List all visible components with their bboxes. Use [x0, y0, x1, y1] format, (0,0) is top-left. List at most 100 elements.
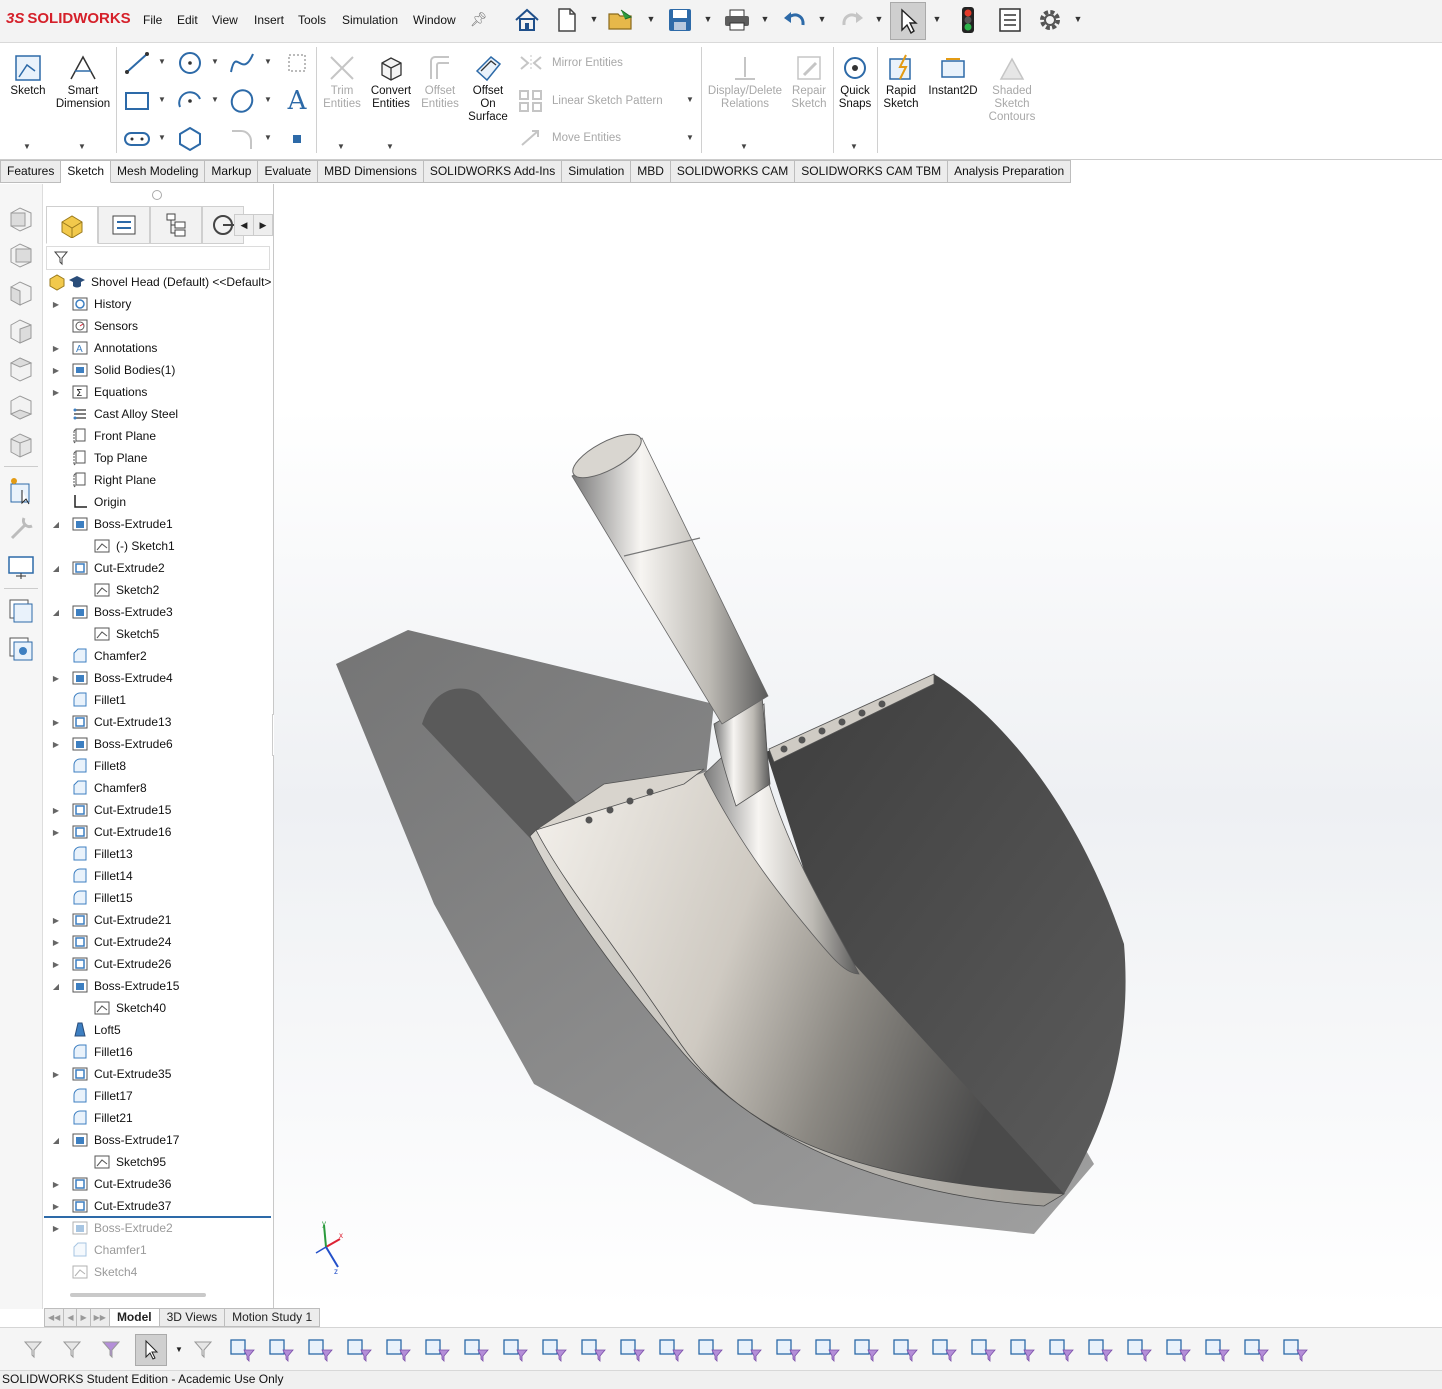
- tree-item[interactable]: Fillet14: [44, 865, 273, 887]
- smart-select-icon[interactable]: [188, 1334, 218, 1364]
- convert-dropdown-icon[interactable]: ▼: [386, 142, 394, 151]
- new-document-icon[interactable]: [550, 4, 584, 36]
- undo-dropdown-icon[interactable]: ▼: [817, 14, 827, 24]
- filter-vertices-icon[interactable]: [227, 1334, 257, 1364]
- filter-connection-point-icon[interactable]: [1163, 1334, 1193, 1364]
- select-pointer-icon[interactable]: [890, 2, 926, 40]
- arc-dropdown-icon[interactable]: ▼: [211, 95, 219, 104]
- expand-arrow-icon[interactable]: ▶: [51, 1202, 61, 1211]
- tree-item[interactable]: (-) Sketch1: [44, 535, 273, 557]
- file-properties-icon[interactable]: [993, 4, 1027, 36]
- tab-mbd-dimensions[interactable]: MBD Dimensions: [318, 160, 424, 183]
- display-delete-relations-button[interactable]: Display/Delete Relations: [704, 49, 786, 111]
- tab-mesh-modeling[interactable]: Mesh Modeling: [111, 160, 206, 183]
- tab-markup[interactable]: Markup: [205, 160, 259, 183]
- expand-arrow-icon[interactable]: ▶: [51, 344, 61, 353]
- tree-item[interactable]: ▶ Cut-Extrude37: [44, 1195, 273, 1217]
- graphics-area[interactable]: x y z: [274, 184, 1442, 1309]
- tree-filter-field[interactable]: [46, 246, 270, 270]
- view-palette-icon[interactable]: [6, 596, 36, 626]
- redo-dropdown-icon[interactable]: ▼: [874, 14, 884, 24]
- smart-dimension-dropdown-icon[interactable]: ▼: [78, 142, 86, 151]
- line-dropdown-icon[interactable]: ▼: [158, 57, 166, 66]
- filter-balloon-icon[interactable]: [851, 1334, 881, 1364]
- filter-planes-icon[interactable]: [422, 1334, 452, 1364]
- undo-icon[interactable]: [778, 4, 812, 36]
- tree-item[interactable]: Cast Alloy Steel: [44, 403, 273, 425]
- left-view-icon[interactable]: [6, 278, 36, 308]
- open-folder-icon[interactable]: [605, 4, 639, 36]
- tree-item[interactable]: Fillet15: [44, 887, 273, 909]
- quick-snaps-button[interactable]: Quick Snaps: [834, 49, 876, 111]
- expand-arrow-icon[interactable]: ▶: [51, 388, 61, 397]
- shaded-sketch-contours-button[interactable]: Shaded Sketch Contours: [984, 49, 1040, 124]
- redo-icon[interactable]: [835, 4, 869, 36]
- tab-nav-last-icon[interactable]: ▶▶: [90, 1308, 110, 1327]
- sketch-button[interactable]: Sketch: [4, 49, 52, 98]
- tab-nav-next-icon[interactable]: ▶: [77, 1308, 91, 1327]
- options-dropdown-icon[interactable]: ▼: [1073, 14, 1083, 24]
- convert-entities-button[interactable]: Convert Entities: [366, 49, 416, 111]
- move-dropdown-icon[interactable]: ▼: [686, 133, 694, 142]
- expand-arrow-icon[interactable]: ▶: [51, 960, 61, 969]
- tree-item[interactable]: Sketch2: [44, 579, 273, 601]
- filter-weld-bead-icon[interactable]: [929, 1334, 959, 1364]
- save-icon[interactable]: [663, 4, 697, 36]
- filter-mid-point-icon[interactable]: [1241, 1334, 1271, 1364]
- tab-3d-views[interactable]: 3D Views: [159, 1308, 226, 1327]
- filter-center-mark-icon[interactable]: [617, 1334, 647, 1364]
- home-icon[interactable]: [510, 4, 544, 36]
- expand-arrow-icon[interactable]: ▶: [51, 1070, 61, 1079]
- tree-item[interactable]: ▶ Cut-Extrude26: [44, 953, 273, 975]
- tree-item[interactable]: ▶ Boss-Extrude2: [44, 1217, 273, 1239]
- solidworks-logo[interactable]: 3S SOLIDWORKS: [6, 10, 131, 27]
- tree-item[interactable]: Origin: [44, 491, 273, 513]
- tree-item[interactable]: ▶ Cut-Extrude15: [44, 799, 273, 821]
- filter-toggle-icon[interactable]: [18, 1334, 48, 1364]
- tab-solidworks-add-ins[interactable]: SOLIDWORKS Add-Ins: [423, 160, 563, 183]
- bottom-view-icon[interactable]: [6, 392, 36, 422]
- tree-item[interactable]: ▶ Σ Equations: [44, 381, 273, 403]
- tree-item[interactable]: ▶ Cut-Extrude16: [44, 821, 273, 843]
- ellipse-dropdown-icon[interactable]: ▼: [264, 95, 272, 104]
- tree-item[interactable]: ▶ A Annotations: [44, 337, 273, 359]
- top-view-icon[interactable]: [6, 354, 36, 384]
- tab-nav-prev-icon[interactable]: ◀: [64, 1308, 78, 1327]
- tree-item[interactable]: Sketch95: [44, 1151, 273, 1173]
- tab-solidworks-cam-tbm[interactable]: SOLIDWORKS CAM TBM: [795, 160, 949, 183]
- filter-solid-bodies-icon[interactable]: [344, 1334, 374, 1364]
- tree-item[interactable]: ▶ Cut-Extrude35: [44, 1063, 273, 1085]
- sketch-plane-icon[interactable]: [6, 552, 36, 582]
- relations-dropdown-icon[interactable]: ▼: [740, 142, 748, 151]
- trim-dropdown-icon[interactable]: ▼: [337, 142, 345, 151]
- point-icon[interactable]: [281, 125, 313, 153]
- expand-arrow-icon[interactable]: ▶: [51, 1224, 61, 1233]
- rapid-sketch-button[interactable]: Rapid Sketch: [878, 49, 924, 111]
- tree-item[interactable]: Fillet17: [44, 1085, 273, 1107]
- tab-analysis-preparation[interactable]: Analysis Preparation: [948, 160, 1072, 183]
- text-icon[interactable]: A: [281, 86, 313, 116]
- tabs-scroll-left-icon[interactable]: ◀: [234, 214, 254, 236]
- right-view-icon[interactable]: [6, 316, 36, 346]
- tab-model[interactable]: Model: [109, 1308, 160, 1327]
- tree-item[interactable]: Fillet21: [44, 1107, 273, 1129]
- quick-snaps-dropdown-icon[interactable]: ▼: [850, 142, 858, 151]
- property-manager-tab-icon[interactable]: [98, 206, 150, 244]
- expand-arrow-icon[interactable]: ▶: [51, 740, 61, 749]
- tree-item[interactable]: ◢ Boss-Extrude17: [44, 1129, 273, 1151]
- expand-arrow-icon[interactable]: ▶: [51, 828, 61, 837]
- rectangle-icon[interactable]: [121, 87, 153, 115]
- menu-window[interactable]: Window: [413, 13, 456, 27]
- configuration-manager-tab-icon[interactable]: [150, 206, 202, 244]
- filter-axes-icon[interactable]: [383, 1334, 413, 1364]
- save-dropdown-icon[interactable]: ▼: [703, 14, 713, 24]
- tree-item[interactable]: Right Plane: [44, 469, 273, 491]
- select-dropdown-icon[interactable]: ▼: [174, 1334, 184, 1364]
- back-view-icon[interactable]: [6, 240, 36, 270]
- offset-entities-button[interactable]: Offset Entities: [416, 49, 464, 111]
- fillet-dropdown-icon[interactable]: ▼: [264, 133, 272, 142]
- sketch-dropdown-icon[interactable]: ▼: [23, 142, 31, 151]
- filter-clear-icon[interactable]: [57, 1334, 87, 1364]
- tree-item[interactable]: Sketch40: [44, 997, 273, 1019]
- tree-item[interactable]: ▶ Cut-Extrude36: [44, 1173, 273, 1195]
